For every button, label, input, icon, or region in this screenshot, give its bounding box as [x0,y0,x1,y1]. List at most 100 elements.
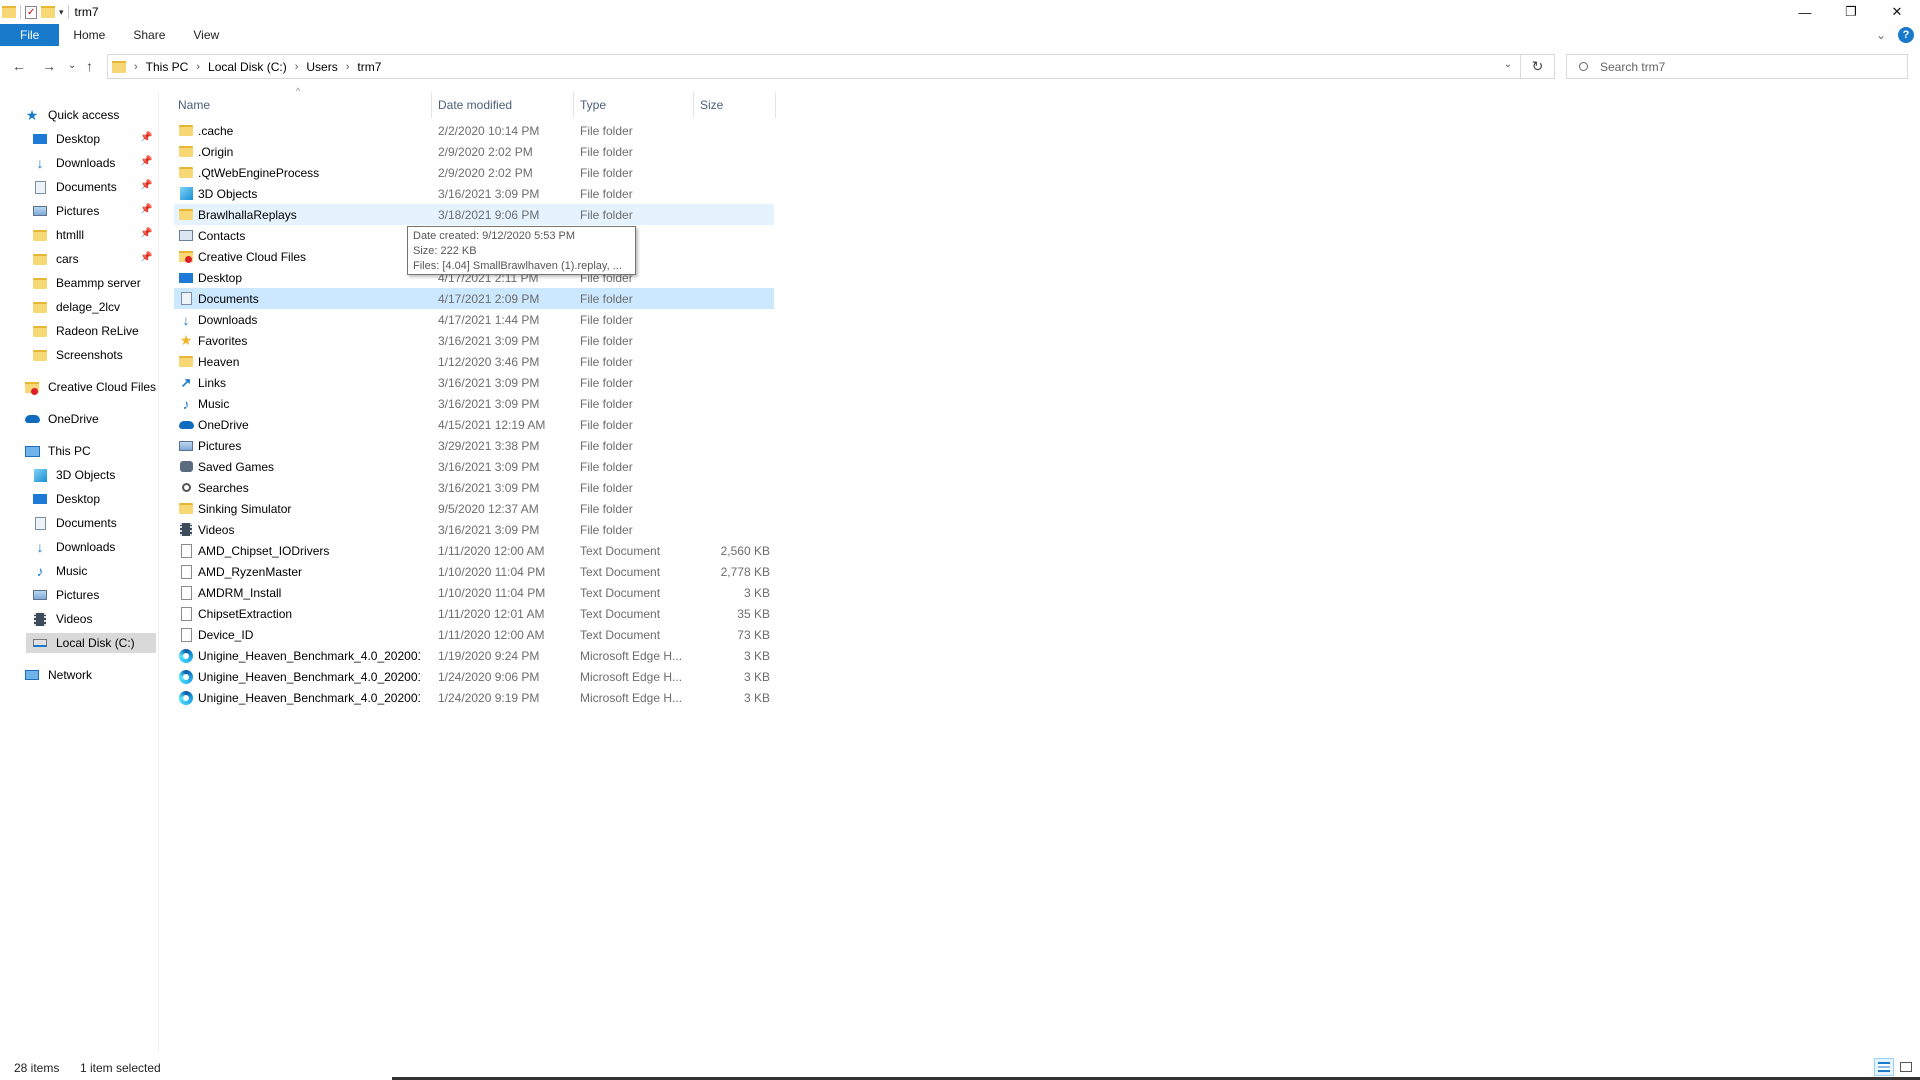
file-row[interactable]: Sinking Simulator 9/5/2020 12:37 AM File f… [174,498,774,519]
file-row[interactable]: Device_ID 1/11/2020 12:00 AM Text Document… [174,624,774,645]
breadcrumb-trm7[interactable]: trm7 [357,60,381,74]
file-row[interactable]: ♪ Music 3/16/2021 3:09 PM File folder [174,393,774,414]
file-size [694,393,770,414]
file-row[interactable]: AMD_RyzenMaster 1/10/2020 11:04 PM Text Do… [174,561,774,582]
recent-locations-button[interactable]: ⌄ [68,60,76,71]
nav-creative-cloud[interactable]: Creative Cloud Files [24,377,156,397]
file-row[interactable]: Unigine_Heaven_Benchmark_4.0_202001... 1/… [174,666,774,687]
nav-pc-pictures[interactable]: Pictures [32,585,99,605]
nav-quick-desktop[interactable]: Desktop [32,129,100,149]
restore-button[interactable]: ❐ [1828,0,1874,24]
up-button[interactable]: ↑ [86,58,93,74]
file-date: 3/16/2021 3:09 PM [438,459,540,474]
nav-pc-documents[interactable]: Documents [32,513,117,533]
divider [67,5,69,19]
item-count: 28 items [14,1061,60,1075]
large-icons-view-icon[interactable] [1896,1058,1916,1076]
nav-quick-documents[interactable]: Documents [32,177,117,197]
file-row[interactable]: Searches 3/16/2021 3:09 PM File folder [174,477,774,498]
file-row[interactable]: 3D Objects 3/16/2021 3:09 PM File folder [174,183,774,204]
tab-home[interactable]: Home [59,24,119,46]
refresh-button[interactable]: ↻ [1521,54,1555,79]
text-document-icon [178,624,194,645]
nav-quick-radeon-relive[interactable]: Radeon ReLive [32,321,139,341]
help-icon[interactable]: ? [1898,27,1914,43]
file-row[interactable]: .Origin 2/9/2020 2:02 PM File folder [174,141,774,162]
file-row[interactable]: Unigine_Heaven_Benchmark_4.0_202001... 1/… [174,687,774,708]
file-size [694,372,770,393]
nav-pc-local-disk[interactable]: Local Disk (C:) [26,633,156,653]
file-row[interactable]: ↗ Links 3/16/2021 3:09 PM File folder [174,372,774,393]
tab-share[interactable]: Share [119,24,179,46]
file-size [694,498,770,519]
nav-pc-downloads[interactable]: ↓ Downloads [32,537,116,557]
file-row[interactable]: AMDRM_Install 1/10/2020 11:04 PM Text Docu… [174,582,774,603]
column-header-date[interactable]: Date modified [432,92,574,118]
nav-quick-beammp[interactable]: Beammp server [32,273,141,293]
file-date: 4/17/2021 2:09 PM [438,291,540,306]
file-row[interactable]: Saved Games 3/16/2021 3:09 PM File folder [174,456,774,477]
details-view-icon[interactable] [1874,1058,1894,1076]
file-row[interactable]: Unigine_Heaven_Benchmark_4.0_202001... 1/… [174,645,774,666]
file-row[interactable]: ★ Favorites 3/16/2021 3:09 PM File folder [174,330,774,351]
nav-pc-3d-objects[interactable]: 3D Objects [32,465,115,485]
close-button[interactable]: ✕ [1874,0,1920,24]
file-size [694,225,770,246]
search-box[interactable] [1566,54,1908,79]
breadcrumb-separator[interactable]: › [346,61,350,73]
file-row[interactable]: BrawlhallaReplays 3/18/2021 9:06 PM File f… [174,204,774,225]
minimize-button[interactable]: — [1782,0,1828,24]
back-button[interactable]: ← [12,58,26,74]
file-row[interactable]: ↓ Downloads 4/17/2021 1:44 PM File folder [174,309,774,330]
file-row[interactable]: Pictures 3/29/2021 3:38 PM File folder [174,435,774,456]
file-row[interactable]: OneDrive 4/15/2021 12:19 AM File folder [174,414,774,435]
nav-label: Music [56,564,88,578]
column-header-type[interactable]: Type [574,92,694,118]
breadcrumb-this-pc[interactable]: This PC [146,60,189,74]
nav-pc-videos[interactable]: Videos [32,609,92,629]
nav-onedrive[interactable]: OneDrive [24,409,99,429]
file-name: Favorites [198,333,248,348]
nav-quick-screenshots[interactable]: Screenshots [32,345,123,365]
column-header-size[interactable]: Size [694,92,776,118]
column-header-name[interactable]: Name [172,92,432,118]
nav-network[interactable]: Network [24,665,92,685]
expand-ribbon-icon[interactable]: ⌄ [1876,28,1886,42]
nav-quick-downloads[interactable]: ↓ Downloads [32,153,116,173]
breadcrumb-separator[interactable]: › [295,61,299,73]
properties-icon[interactable]: ✓ [25,5,37,19]
breadcrumb-users[interactable]: Users [306,60,337,74]
pin-icon: 📌 [140,228,153,239]
customize-toolbar-icon[interactable]: ▾ [59,7,64,18]
nav-this-pc[interactable]: This PC [24,441,91,461]
window-title: trm7 [74,5,99,19]
breadcrumb-separator[interactable]: › [196,61,200,73]
nav-quick-delage[interactable]: delage_2lcv [32,297,120,317]
file-date: 3/16/2021 3:09 PM [438,186,540,201]
breadcrumb-separator[interactable]: › [134,61,138,73]
search-input[interactable] [1598,58,1898,75]
forward-button[interactable]: → [42,58,56,74]
file-row[interactable]: Heaven 1/12/2020 3:46 PM File folder [174,351,774,372]
nav-quick-pictures[interactable]: Pictures [32,201,99,221]
nav-pc-music[interactable]: ♪ Music [32,561,88,581]
nav-quick-cars[interactable]: cars [32,249,79,269]
file-row[interactable]: ChipsetExtraction 1/11/2020 12:01 AM Text … [174,603,774,624]
tab-view[interactable]: View [179,24,233,46]
new-folder-icon[interactable] [41,6,55,18]
nav-pc-desktop[interactable]: Desktop [32,489,100,509]
file-type: File folder [580,375,633,390]
breadcrumb-local-disk[interactable]: Local Disk (C:) [208,60,287,74]
file-row[interactable]: .QtWebEngineProcess 2/9/2020 2:02 PM File … [174,162,774,183]
tab-file[interactable]: File [0,24,60,46]
address-bar[interactable]: › This PC › Local Disk (C:) › Users › tr… [107,54,1521,79]
downloads-icon: ↓ [182,311,190,328]
file-row[interactable]: .cache 2/2/2020 10:14 PM File folder [174,120,774,141]
nav-label: Videos [56,612,93,626]
file-row[interactable]: Documents 4/17/2021 2:09 PM File folder [174,288,774,309]
file-row[interactable]: Videos 3/16/2021 3:09 PM File folder [174,519,774,540]
nav-quick-htmlll[interactable]: htmlll [32,225,84,245]
file-row[interactable]: AMD_Chipset_IODrivers 1/11/2020 12:00 AM T… [174,540,774,561]
nav-quick-access[interactable]: ★ Quick access [24,105,120,125]
address-dropdown-icon[interactable]: ⌄ [1504,59,1512,70]
